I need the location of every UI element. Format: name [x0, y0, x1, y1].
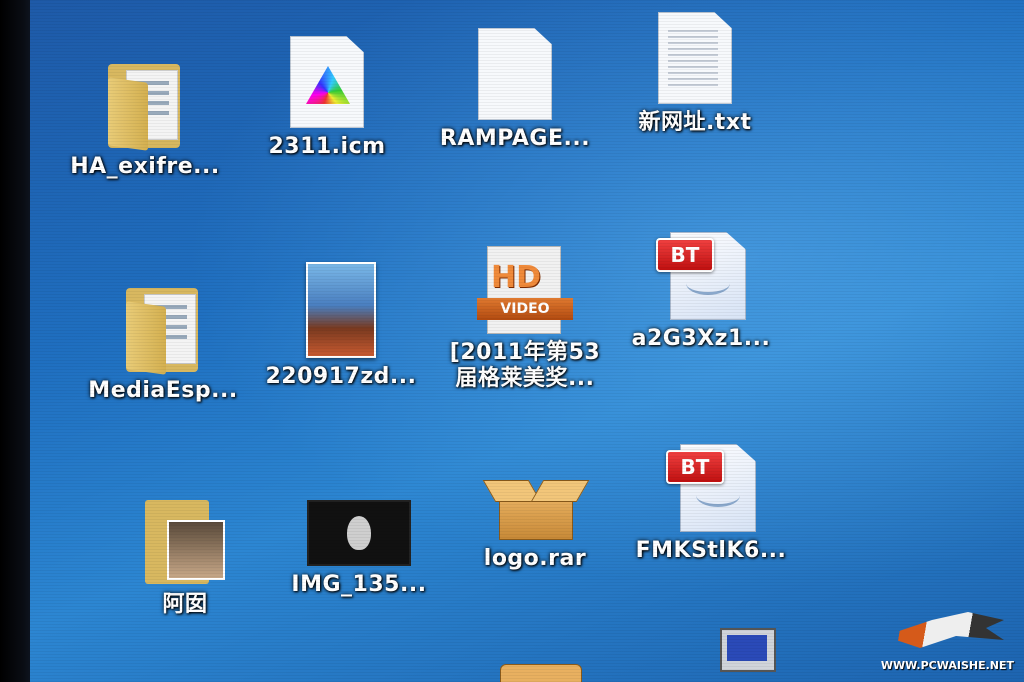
icon-label: FMKStlK6... — [635, 538, 787, 563]
desktop: HA_exifre... 2311.icm RAMPAGE... 新网址.txt… — [30, 0, 1024, 682]
icon-label: [2011年第53 届格莱美奖... — [449, 340, 601, 391]
eagle-logo-icon — [884, 612, 1004, 648]
icon-label: MediaEsp... — [88, 378, 238, 403]
image-thumbnail-icon — [306, 262, 376, 358]
desktop-icon-grammy-video[interactable]: HD VIDEO [2011年第53 届格莱美奖... — [440, 246, 610, 392]
icon-label: IMG_135... — [291, 572, 427, 597]
folder-icon — [106, 58, 184, 151]
desktop-icon-ha-exifre[interactable]: HA_exifre... — [60, 58, 230, 180]
desktop-icon-xinwangzhi-txt[interactable]: 新网址.txt — [610, 12, 780, 136]
icon-label: 220917zd... — [265, 364, 417, 389]
watermark-text: WWW.PCWAISHE.NET — [880, 659, 1014, 672]
blank-document-icon — [478, 28, 552, 120]
desktop-icon-img-135[interactable]: IMG_135... — [274, 500, 444, 598]
desktop-icon-anan-folder[interactable]: 阿囡 — [100, 496, 270, 618]
icon-label: a2G3Xz1... — [631, 326, 771, 351]
desktop-icon-rampage[interactable]: RAMPAGE... — [430, 28, 600, 152]
desktop-icon-a2g3xz1[interactable]: BT a2G3Xz1... — [616, 228, 786, 352]
archive-box-icon — [482, 474, 590, 540]
bittorrent-file-icon: BT — [666, 440, 756, 532]
icon-label: 新网址.txt — [638, 110, 752, 135]
text-document-icon — [658, 12, 732, 104]
desktop-icon-fmkstlk6[interactable]: BT FMKStlK6... — [626, 440, 796, 564]
color-profile-icon — [290, 36, 364, 128]
bittorrent-file-icon: BT — [656, 228, 746, 320]
photo-folder-icon — [145, 496, 225, 586]
desktop-icon-logo-rar[interactable]: logo.rar — [450, 474, 620, 572]
site-watermark: WWW.PCWAISHE.NET — [874, 612, 1014, 672]
monitor-bezel — [0, 0, 34, 682]
icon-label: RAMPAGE... — [439, 126, 591, 151]
folder-icon — [124, 282, 202, 375]
image-thumbnail-icon — [307, 500, 411, 566]
icon-label: 阿囡 — [162, 592, 208, 617]
desktop-icon-mediaesp[interactable]: MediaEsp... — [78, 282, 248, 404]
icon-label: HA_exifre... — [70, 154, 220, 179]
computer-icon[interactable] — [710, 628, 780, 682]
icon-label: 2311.icm — [268, 134, 386, 159]
desktop-icon-220917zd[interactable]: 220917zd... — [256, 262, 426, 390]
hd-video-icon: HD VIDEO — [477, 246, 573, 334]
icon-label: logo.rar — [483, 546, 587, 571]
desktop-icon-2311-icm[interactable]: 2311.icm — [242, 36, 412, 160]
archive-box-icon[interactable] — [500, 664, 582, 682]
